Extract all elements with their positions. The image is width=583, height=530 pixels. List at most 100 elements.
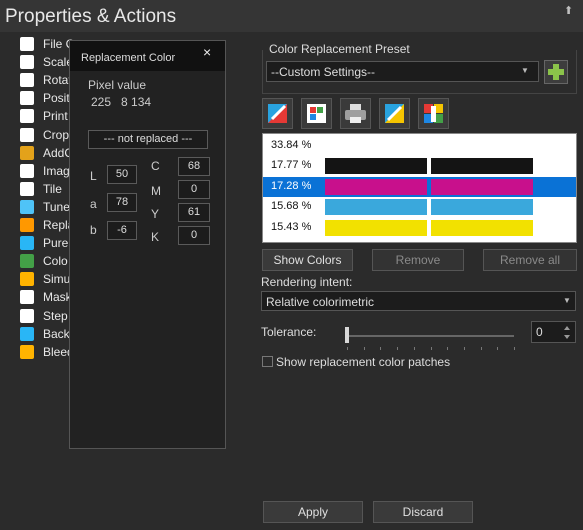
rendering-intent-label: Rendering intent: [261, 275, 353, 289]
color-percentage: 17.28 % [271, 179, 312, 192]
cmyk-field-k[interactable]: 0 [178, 226, 210, 245]
printer-icon [345, 104, 366, 123]
color-list-row[interactable]: 33.84 % [263, 136, 576, 156]
lab-label-l: L [90, 169, 97, 183]
show-patches-label: Show replacement color patches [276, 355, 451, 369]
cmyk-label-m: M [151, 184, 161, 198]
color-separation-icon [424, 104, 443, 123]
printer-tool-button[interactable] [340, 98, 371, 129]
tree-item-label: Crop [43, 127, 70, 142]
tree-item-label: Rotat [43, 73, 72, 88]
slider-tick [363, 347, 365, 350]
scale-icon [20, 55, 34, 70]
color-list-row[interactable]: 15.68 % [263, 197, 576, 217]
apply-button[interactable]: Apply [263, 501, 363, 523]
add-preset-button[interactable] [544, 60, 568, 84]
remove-button[interactable]: Remove [372, 249, 464, 271]
tree-item-label: Step [43, 308, 68, 323]
color-icon [20, 254, 34, 269]
original-color-swatch [325, 178, 427, 195]
show-patches-checkbox[interactable] [262, 356, 273, 367]
simulate-icon [20, 272, 34, 287]
tolerance-label: Tolerance: [261, 325, 317, 339]
mask-icon [20, 290, 34, 305]
close-icon[interactable]: × [203, 44, 211, 60]
cmyk-label-k: K [151, 230, 160, 244]
popup-title: Replacement Color [81, 52, 176, 64]
rendering-intent-select[interactable]: Relative colorimetric [261, 291, 576, 311]
tolerance-slider-thumb[interactable] [345, 327, 349, 343]
cmyk-field-c[interactable]: 68 [178, 157, 210, 176]
slider-tick [347, 347, 348, 350]
color-percentage: 15.68 % [271, 200, 312, 213]
tree-item-label: Tile [43, 181, 62, 196]
color-percentage: 33.84 % [271, 139, 312, 151]
dropdown-arrow-icon[interactable]: ▼ [563, 296, 571, 305]
replacement-color-swatch [431, 178, 533, 195]
back-icon [20, 326, 34, 341]
rotate-icon [20, 73, 34, 88]
tree-item-label: Imag [43, 163, 70, 178]
color-percentage: 17.77 % [271, 159, 312, 172]
slider-tick [413, 347, 415, 350]
tree-item-label: Colo [43, 254, 68, 269]
slider-tick [430, 347, 432, 350]
tree-item-label: Print [43, 109, 68, 124]
original-color-swatch [325, 138, 427, 154]
cmyk-label-y: Y [151, 207, 160, 221]
image-icon [20, 163, 34, 178]
color-percentage: 15.43 % [271, 220, 312, 233]
replacement-color-swatch [431, 219, 533, 236]
edit-color-tool-button[interactable] [262, 98, 293, 129]
chevron-up-icon[interactable]: ⬆ [564, 4, 573, 17]
crop-icon [20, 127, 34, 142]
panel-title: Properties & Actions [5, 6, 177, 27]
replacement-color-swatch [431, 158, 533, 175]
color-list-row[interactable]: 17.77 % [263, 156, 576, 176]
tree-item-label: Posit [43, 91, 70, 106]
replacement-color-swatch [431, 138, 533, 154]
tree-item-label: Back [43, 326, 70, 341]
discard-button[interactable]: Discard [373, 501, 473, 523]
original-color-swatch [325, 199, 427, 216]
file-icon [20, 37, 34, 51]
plus-icon [548, 64, 564, 80]
slider-tick [447, 347, 449, 350]
cmyk-field-y[interactable]: 61 [178, 203, 210, 222]
preset-legend: Color Replacement Preset [269, 42, 413, 56]
tree-item-label: Simu [43, 272, 71, 287]
add-icon [20, 145, 34, 160]
preset-select[interactable]: --Custom Settings-- [266, 61, 539, 82]
slider-tick [497, 347, 499, 350]
color-list-row[interactable]: 17.28 % [263, 176, 576, 197]
lab-label-a: a [90, 197, 97, 211]
color-separation-tool-button[interactable] [418, 98, 449, 129]
tree-item-label: Pure [43, 236, 69, 251]
cmyk-field-m[interactable]: 0 [178, 180, 210, 199]
swatch-tool-button[interactable] [301, 98, 332, 129]
show-colors-button[interactable]: Show Colors [262, 249, 353, 271]
pixel-value-label: Pixel value [88, 78, 147, 92]
original-color-swatch [325, 158, 427, 175]
remove-all-button[interactable]: Remove all [483, 249, 577, 271]
swatch-icon [307, 104, 326, 123]
print-icon [20, 109, 34, 124]
edit-color-icon [268, 104, 287, 123]
replacement-color-swatch [431, 199, 533, 216]
color-list-row[interactable]: 15.43 % [263, 218, 576, 238]
dropdown-arrow-icon[interactable]: ▼ [521, 66, 529, 75]
pure-icon [20, 236, 34, 251]
tree-item-label: Tune [43, 199, 70, 214]
replacement-color-popup: Replacement Color × Pixel value 225 8 13… [69, 40, 226, 449]
slider-tick [380, 347, 382, 350]
measure-icon [385, 104, 404, 123]
lab-field-a[interactable]: 78 [107, 193, 137, 212]
original-color-swatch [325, 219, 427, 236]
tolerance-slider[interactable] [345, 335, 514, 337]
color-list[interactable]: 33.84 % 17.77 % 17.28 % 15.68 % 15.43 % [262, 133, 577, 243]
lab-field-b[interactable]: -6 [107, 221, 137, 240]
measure-tool-button[interactable] [379, 98, 410, 129]
slider-tick [514, 347, 515, 350]
step-icon [20, 308, 34, 323]
lab-field-l[interactable]: 50 [107, 165, 137, 184]
